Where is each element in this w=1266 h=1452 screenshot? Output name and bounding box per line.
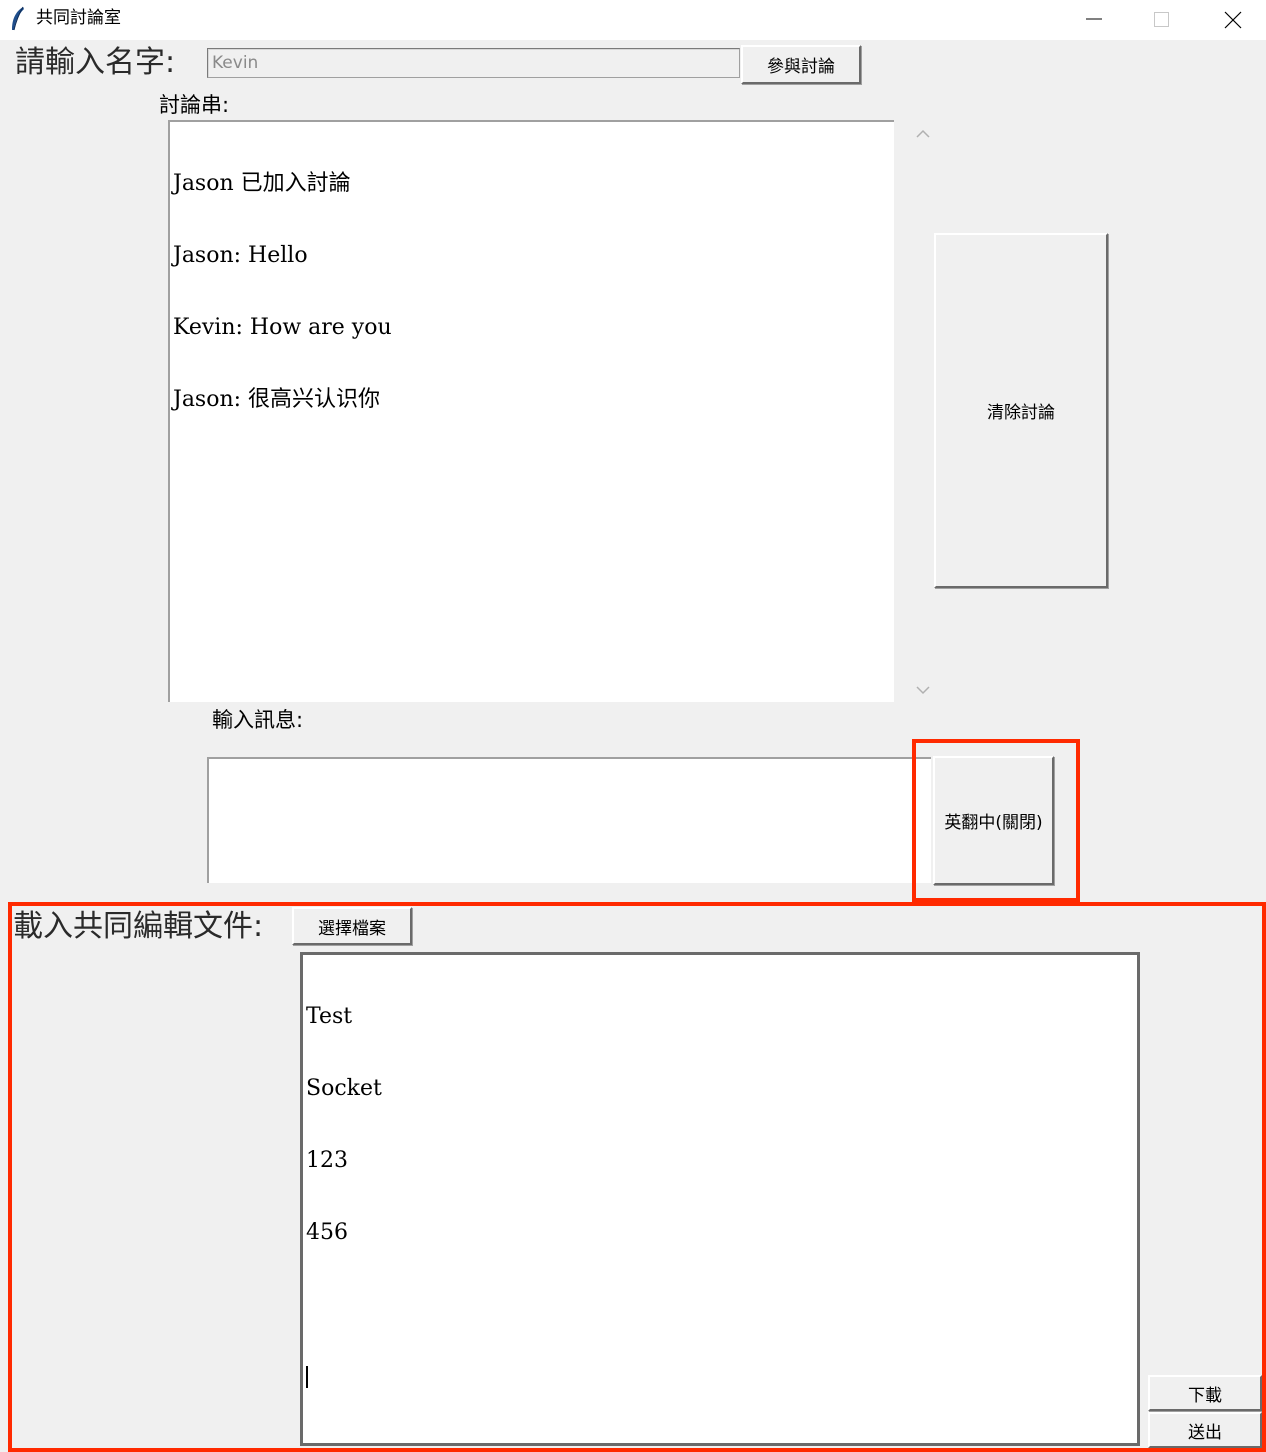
discussion-label: 討論串: [159,93,230,117]
minimize-icon [1086,18,1102,20]
name-input[interactable] [207,48,740,78]
doc-line: Test [306,1004,353,1029]
translate-toggle-button[interactable]: 英翻中(關閉) [933,756,1054,885]
scroll-up-arrow-icon[interactable] [913,126,933,142]
doc-line: Socket [306,1076,382,1101]
window-title: 共同討論室 [36,8,121,28]
shared-doc-label: 載入共同編輯文件: [13,909,264,944]
send-button[interactable]: 送出 [1148,1412,1262,1448]
minimize-button[interactable] [1061,0,1127,40]
discussion-message: Jason 已加入討論 [173,171,351,196]
discussion-thread[interactable]: Jason 已加入討論 Jason: Hello Kevin: How are … [168,120,894,702]
name-label: 請輸入名字: [15,45,176,80]
discussion-message: Kevin: How are you [173,315,392,340]
doc-line: 456 [306,1220,348,1245]
discussion-message: Jason: 很高兴认识你 [173,387,381,412]
choose-file-button[interactable]: 選擇檔案 [292,907,412,945]
message-input[interactable] [207,757,931,883]
discussion-message: Jason: Hello [173,243,308,268]
clear-discussion-button[interactable]: 清除討論 [934,233,1108,588]
feather-icon [12,6,24,31]
close-icon [1224,11,1242,29]
text-cursor [306,1366,308,1388]
message-input-label: 輸入訊息: [212,708,304,732]
title-bar: 共同討論室 [0,0,1266,40]
doc-line: 123 [306,1148,348,1173]
close-button[interactable] [1200,0,1266,40]
maximize-button[interactable] [1129,0,1195,40]
join-discussion-button[interactable]: 參與討論 [741,45,861,84]
download-button[interactable]: 下載 [1148,1375,1262,1411]
shared-doc-editor[interactable]: Test Socket 123 456 [300,952,1140,1446]
maximize-icon [1154,12,1169,27]
scroll-down-arrow-icon[interactable] [913,682,933,698]
